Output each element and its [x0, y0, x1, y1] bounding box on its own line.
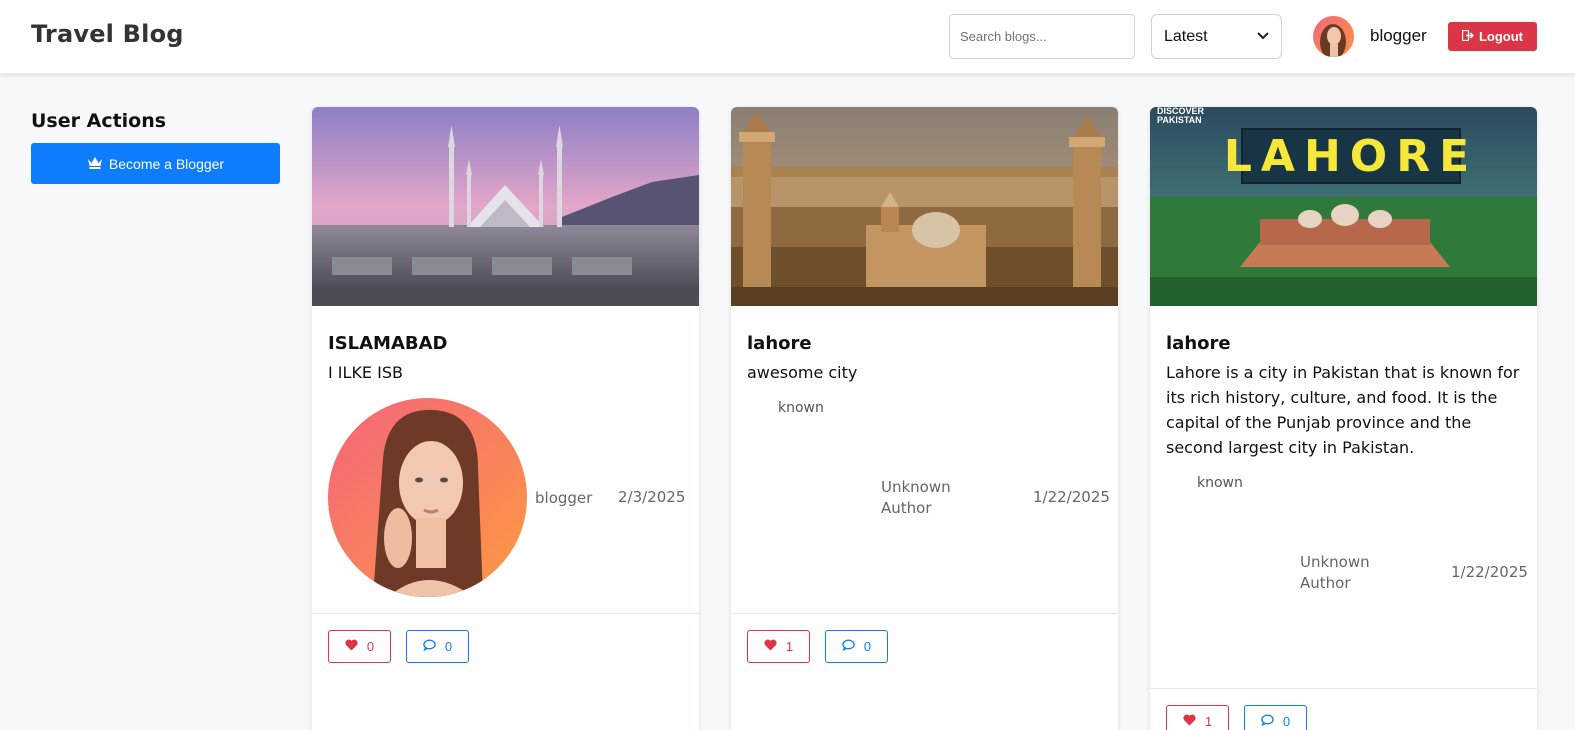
blog-cover-image[interactable]: [731, 107, 1118, 306]
top-navbar: Travel Blog Latest blogger Logout: [0, 0, 1575, 74]
author-name: blogger: [535, 489, 593, 507]
comment-count: 0: [444, 639, 453, 654]
username: blogger: [1370, 26, 1427, 45]
chevron-down-icon: [1257, 31, 1269, 43]
heart-icon: [345, 639, 358, 654]
brand-title[interactable]: Travel Blog: [31, 20, 184, 48]
post-date: 1/22/2025: [1451, 563, 1528, 581]
sort-select[interactable]: Latest: [1151, 14, 1282, 59]
crown-icon: [87, 156, 103, 172]
comment-count: 0: [863, 639, 872, 654]
like-count: 0: [366, 639, 375, 654]
image-overlay-text: LAHORE: [1223, 130, 1479, 182]
blog-title[interactable]: lahore: [747, 333, 812, 354]
blog-title[interactable]: lahore: [1166, 333, 1231, 354]
comment-icon: [423, 639, 436, 654]
card-divider: [731, 613, 1118, 614]
author-avatar: [328, 398, 527, 597]
search-input[interactable]: [949, 14, 1135, 59]
comment-button[interactable]: 0: [1244, 705, 1307, 730]
image-badge-text: DISCOVER PAKISTAN: [1157, 107, 1205, 125]
like-button[interactable]: 0: [328, 630, 391, 663]
blog-description: Lahore is a city in Pakistan that is kno…: [1166, 363, 1520, 457]
card-divider: [312, 613, 699, 614]
blog-description: awesome city: [747, 363, 858, 382]
post-date: 1/22/2025: [1033, 488, 1110, 506]
like-button[interactable]: 1: [747, 630, 810, 663]
blog-card[interactable]: DISCOVER PAKISTAN LAHORE lahore Lahore i…: [1150, 107, 1537, 730]
author-name: Unknown Author: [881, 478, 951, 517]
blog-card[interactable]: ISLAMABAD I ILKE ISB blogger 2/3/2025 0 …: [312, 107, 699, 730]
sidebar-title: User Actions: [31, 110, 167, 132]
sort-selected-value: Latest: [1164, 27, 1208, 45]
comment-button[interactable]: 0: [406, 630, 469, 663]
blog-cover-image[interactable]: [312, 107, 699, 306]
sign-out-icon: [1461, 29, 1475, 44]
like-count: 1: [1204, 714, 1213, 729]
post-date: 2/3/2025: [618, 488, 686, 506]
heart-icon: [764, 639, 777, 654]
comment-icon: [1261, 714, 1274, 729]
author-avatar-broken-image: known: [778, 400, 824, 416]
blog-card[interactable]: lahore awesome city known Unknown Author…: [731, 107, 1118, 730]
logout-label: Logout: [1478, 29, 1524, 44]
author-name: Unknown Author: [1300, 553, 1370, 592]
author-avatar-broken-image: known: [1197, 475, 1243, 491]
become-blogger-button[interactable]: Become a Blogger: [31, 143, 280, 184]
comment-icon: [842, 639, 855, 654]
like-count: 1: [785, 639, 794, 654]
logout-button[interactable]: Logout: [1448, 22, 1537, 51]
blog-title[interactable]: ISLAMABAD: [328, 333, 448, 354]
user-avatar[interactable]: [1313, 16, 1354, 57]
become-blogger-label: Become a Blogger: [108, 155, 225, 172]
like-button[interactable]: 1: [1166, 705, 1229, 730]
comment-button[interactable]: 0: [825, 630, 888, 663]
card-divider: [1150, 688, 1537, 689]
comment-count: 0: [1282, 714, 1291, 729]
blog-description: I ILKE ISB: [328, 363, 403, 382]
heart-icon: [1183, 714, 1196, 729]
